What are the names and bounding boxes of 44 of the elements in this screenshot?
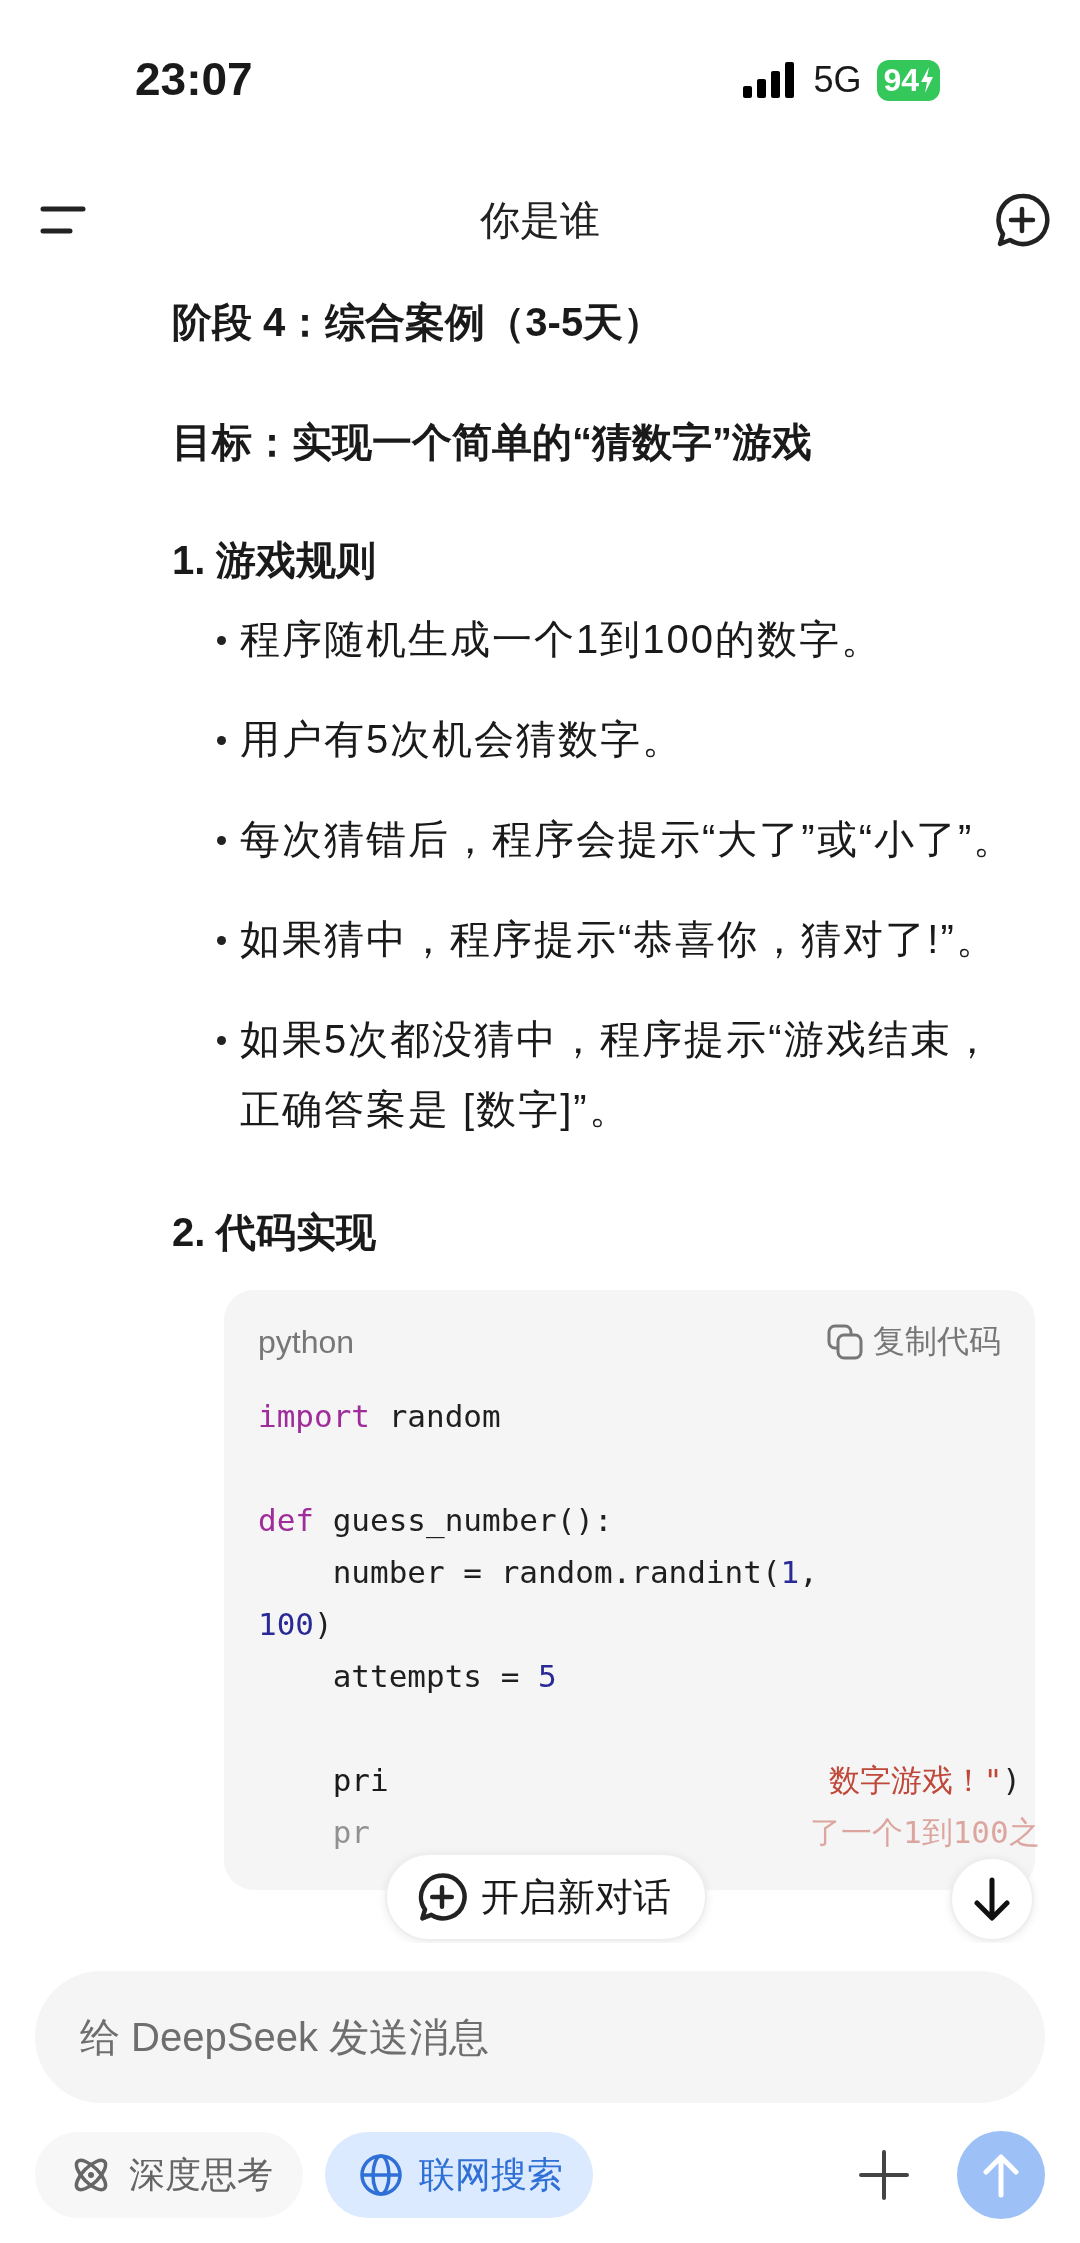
section-heading: 阶段 4：综合案例（3-5天） [172,299,665,346]
chat-title: 你是谁 [480,196,600,244]
bullet-icon [217,736,226,745]
network-label: 5G [813,59,862,101]
list-heading: 2. 代码实现 [172,1209,378,1256]
bullet-text: 用户有5次机会猜数字。 [240,716,685,763]
clock-time: 23:07 [135,52,253,106]
down-arrow-icon [972,1877,1012,1921]
battery-indicator: 94 [877,59,940,101]
code-fragment: pri [331,1761,389,1800]
code-line: number = random.randint(1, [331,1553,819,1592]
bullet-text: 如果猜中，程序提示“恭喜你，猜对了!”。 [240,916,998,963]
code-line: 100) [258,1605,334,1644]
menu-button[interactable] [40,205,86,235]
plus-icon [859,2150,909,2200]
new-chat-icon [417,1872,467,1922]
bullet-icon [217,936,226,945]
code-language: python [258,1323,355,1361]
menu-icon [40,205,86,235]
new-chat-button[interactable] [994,192,1050,248]
bullet-text: 程序随机生成一个1到100的数字。 [240,616,883,663]
new-chat-button[interactable]: 开启新对话 [385,1853,707,1941]
message-input[interactable]: 给 DeepSeek 发送消息 [35,1971,1045,2103]
code-fragment: pr [331,1813,370,1852]
bullet-icon [217,1036,226,1045]
copy-code-button[interactable]: 复制代码 [827,1320,1001,1364]
goal-text: 目标：实现一个简单的“猜数字”游戏 [172,419,813,466]
list-heading: 1. 游戏规则 [172,537,378,584]
bullet-icon [217,836,226,845]
code-fragment: 数字游戏！") [828,1761,1021,1800]
new-chat-icon [994,192,1050,248]
code-line: def guess_number(): [258,1501,614,1541]
up-arrow-icon [981,2152,1021,2198]
mode-toggle[interactable]: 深度思考 [35,2132,303,2218]
copy-icon [827,1324,863,1360]
code-line: import random [258,1397,502,1436]
code-fragment: 了一个1到100之 [810,1813,1040,1852]
bullet-text: 每次猜错后，程序会提示“大了”或“小了”。 [240,816,1016,863]
mode-toggle[interactable]: 联网搜索 [325,2132,593,2218]
attach-button[interactable] [859,2150,909,2200]
globe-icon [359,2153,403,2197]
bullet-icon [217,636,226,645]
code-line: attempts = 5 [331,1657,558,1696]
bullet-text: 如果5次都没猜中，程序提示“游戏结束，正确答案是 [数字]”。 [240,1016,995,1133]
